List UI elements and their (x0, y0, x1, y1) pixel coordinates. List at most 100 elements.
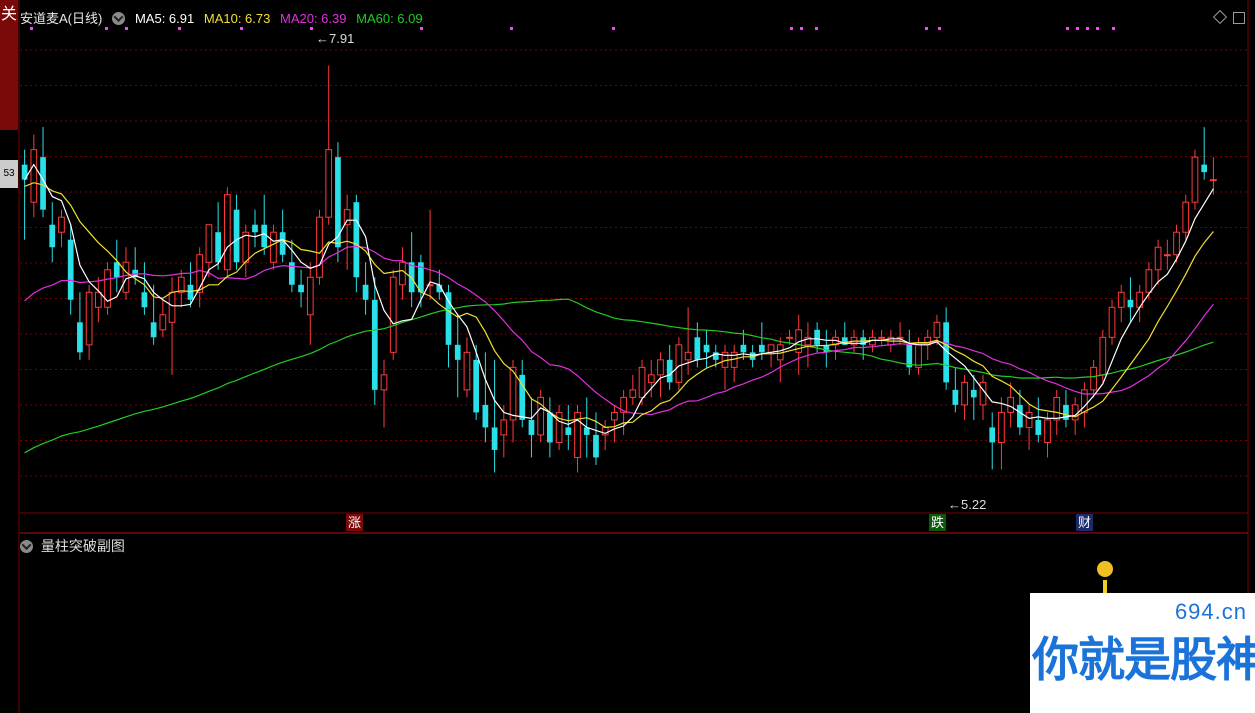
candle-body (703, 344, 710, 353)
candle-body (141, 292, 148, 308)
candle-body (657, 359, 664, 376)
candle-body (270, 231, 277, 263)
sub-panel-title: 量柱突破副图 (40, 538, 125, 554)
candle-body (1017, 404, 1023, 428)
candle-body (325, 149, 333, 218)
signal-dot (178, 27, 181, 30)
candle-body (491, 427, 498, 450)
candle-body (113, 262, 120, 278)
candle-body (58, 216, 65, 233)
candle-body (675, 344, 683, 383)
stock-title: 安道麦A(日线) (20, 11, 103, 26)
signal-dot (800, 27, 803, 30)
side-tab-value[interactable]: 53 (0, 160, 18, 188)
candle-body (694, 337, 701, 360)
side-tab-close[interactable]: 关 (0, 0, 18, 130)
candle-body (1108, 306, 1116, 338)
candle-body (187, 284, 194, 300)
fall-badge[interactable]: 跌 (929, 514, 947, 531)
candle-body (565, 427, 572, 435)
candle-body (454, 344, 461, 360)
candle-body (67, 239, 74, 300)
candle-body (473, 359, 480, 413)
candle-body (122, 261, 130, 293)
candle-body (1053, 396, 1061, 421)
candle-body (593, 434, 599, 458)
signal-dot (420, 27, 423, 30)
candle-body (463, 351, 471, 391)
candle-body (168, 291, 176, 323)
candle-body (1163, 254, 1171, 257)
candle-body (362, 284, 369, 300)
candle-body (380, 374, 388, 391)
signal-dot (125, 27, 128, 30)
signal-dot (105, 27, 108, 30)
candle-body (684, 351, 692, 361)
candle-body (1154, 246, 1162, 271)
candle-body (343, 209, 351, 226)
ma20-line (24, 245, 1214, 416)
candle-body (159, 314, 167, 331)
signal-dot (510, 27, 513, 30)
candle-body (1025, 411, 1033, 428)
candle-body (215, 232, 221, 263)
candle-body (1201, 164, 1208, 173)
candle-body (279, 232, 286, 255)
candle-body (252, 224, 258, 233)
candle-body (786, 336, 793, 339)
candle-body (205, 224, 213, 263)
candle-body (1191, 156, 1199, 203)
candle-body (306, 276, 314, 316)
chevron-down-icon[interactable] (112, 12, 126, 25)
signal-dot (240, 27, 243, 30)
ma10-line (24, 182, 1214, 429)
signal-dot (790, 27, 793, 30)
candle-body (77, 322, 83, 353)
candle-body (767, 344, 775, 353)
candle-body (1044, 419, 1051, 443)
chevron-down-icon[interactable] (20, 540, 33, 553)
signal-markers (30, 27, 1115, 30)
candle-body (298, 284, 304, 293)
candle-body (1090, 366, 1097, 391)
sub-panel-header: 量柱突破副图 (20, 536, 125, 556)
watermark: 694.cn 你就是股神 (1030, 593, 1255, 713)
candle-body (1210, 179, 1217, 182)
candle-body (1173, 231, 1180, 256)
candle-body (740, 344, 747, 353)
window-icon[interactable] (1233, 12, 1245, 24)
candle-body (223, 194, 231, 271)
candle-body (509, 366, 517, 421)
candle-body (389, 276, 397, 353)
ma20-label: MA20: 6.39 (279, 11, 347, 26)
candle-body (989, 427, 996, 443)
chart-header: 安道麦A(日线) MA5: 6.91 MA10: 6.73 MA20: 6.39… (20, 8, 429, 27)
candle-body (1127, 299, 1134, 308)
candle-body (998, 411, 1005, 443)
candle-body (399, 261, 406, 286)
candle-body (482, 404, 489, 428)
candle-body (94, 291, 102, 308)
candle-body (528, 419, 535, 435)
rise-badge[interactable]: 涨 (346, 514, 364, 531)
signal-dot (1076, 27, 1079, 30)
signal-dot (612, 27, 615, 30)
finance-badge[interactable]: 财 (1076, 514, 1094, 531)
candle-body (814, 329, 820, 345)
candle-body (233, 209, 240, 263)
candle-body (353, 202, 360, 278)
ma5-label: MA5: 6.91 (134, 11, 195, 26)
candle-body (85, 291, 93, 346)
candle-body (970, 389, 977, 398)
candle-body (500, 419, 508, 436)
signal-dot (1112, 27, 1115, 30)
candle-body (647, 374, 655, 383)
signal-dot (938, 27, 941, 30)
signal-arrow-icon (1097, 561, 1113, 577)
low-annotation: ←5.22 (948, 497, 987, 512)
candle-body (979, 381, 987, 406)
candle-body (316, 216, 323, 278)
signal-dot (925, 27, 928, 30)
candle-body (1035, 419, 1042, 435)
candle-body (629, 389, 637, 398)
